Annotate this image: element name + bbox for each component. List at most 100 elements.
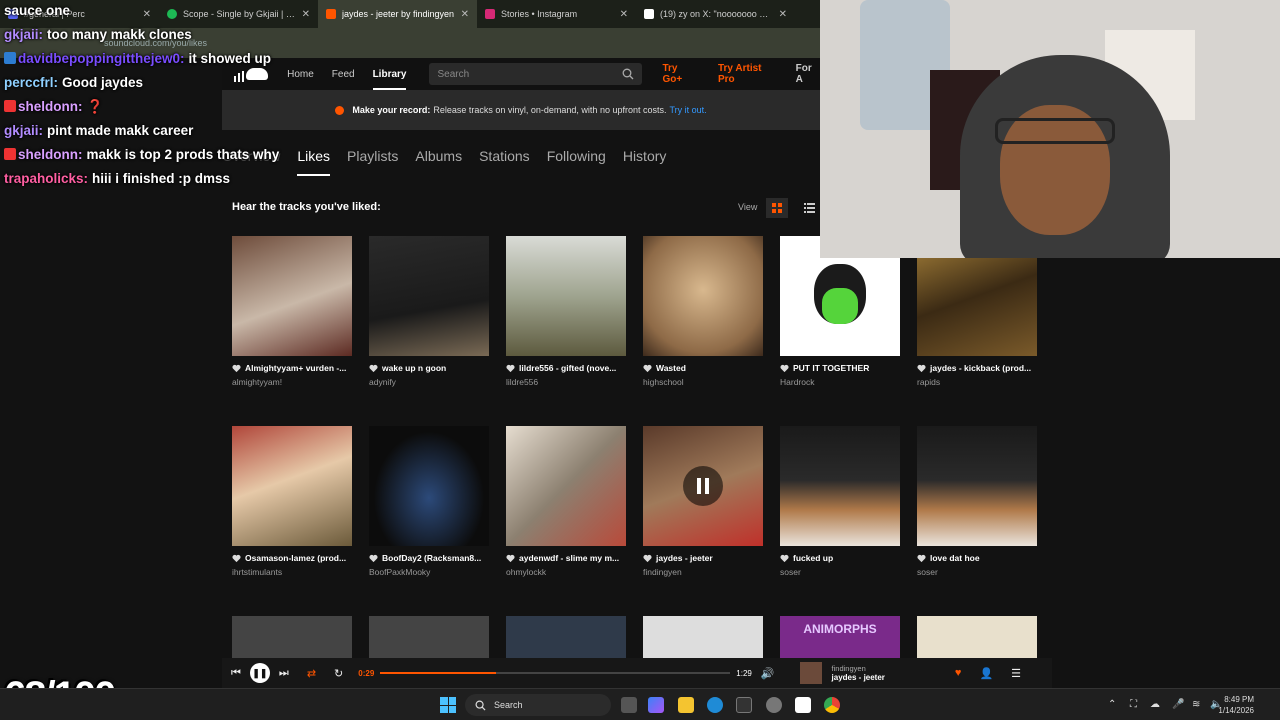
track-artwork[interactable] (232, 236, 352, 356)
track-artist[interactable]: highschool (643, 377, 763, 387)
try-artist-pro-link[interactable]: Try Artist Pro (718, 63, 778, 85)
track-title[interactable]: wake up n goon (382, 363, 446, 373)
track-artwork[interactable] (369, 616, 489, 658)
heart-icon[interactable] (506, 364, 515, 373)
track-title[interactable]: aydenwdf - slime my m... (519, 553, 619, 563)
follow-user-icon[interactable]: 👤 (979, 667, 993, 680)
track-tile[interactable]: love dat hoe soser (917, 426, 1037, 577)
close-icon[interactable]: ✕ (461, 9, 469, 20)
store-icon[interactable] (736, 697, 752, 713)
volume-icon[interactable]: 🔊 (761, 667, 775, 680)
track-tile[interactable]: lildre556 - gifted (nove... lildre556 (506, 236, 626, 387)
heart-icon[interactable] (917, 364, 926, 373)
track-title[interactable]: Osamason-lamez (prod... (245, 553, 346, 563)
track-artist[interactable]: findingyen (643, 567, 763, 577)
track-artist[interactable]: ohmylockk (506, 567, 626, 577)
wifi-icon[interactable]: ≋ (1192, 699, 1200, 710)
heart-icon[interactable] (506, 554, 515, 563)
windows-start-icon[interactable] (440, 697, 456, 713)
track-artwork[interactable] (643, 426, 763, 546)
list-view-button[interactable] (798, 198, 820, 218)
browser-tab[interactable]: Scope - Single by Gkjaii | Spoti ✕ (159, 0, 318, 28)
obs-icon[interactable] (766, 697, 782, 713)
copilot-icon[interactable] (648, 697, 664, 713)
track-title[interactable]: Wasted (656, 363, 686, 373)
heart-icon[interactable] (643, 554, 652, 563)
pause-overlay-button[interactable] (683, 466, 723, 506)
app-icon[interactable] (795, 697, 811, 713)
track-artist[interactable]: lildre556 (506, 377, 626, 387)
tray-chevron-icon[interactable]: ⌃ (1108, 699, 1116, 710)
nav-feed[interactable]: Feed (332, 69, 355, 80)
heart-icon[interactable] (780, 554, 789, 563)
track-tile[interactable]: Wasted highschool (643, 236, 763, 387)
taskbar-search[interactable]: Search (465, 694, 611, 716)
pause-button[interactable]: ❚❚ (249, 663, 270, 683)
like-heart-icon[interactable]: ♥ (955, 667, 962, 679)
track-artwork[interactable] (780, 426, 900, 546)
track-title[interactable]: fucked up (793, 553, 833, 563)
track-artist[interactable]: soser (780, 567, 900, 577)
heart-icon[interactable] (232, 554, 241, 563)
track-title[interactable]: jaydes - kickback (prod... (930, 363, 1031, 373)
track-artwork[interactable] (643, 236, 763, 356)
progress-bar[interactable] (380, 672, 731, 674)
close-icon[interactable]: ✕ (779, 9, 787, 20)
track-artwork[interactable] (369, 236, 489, 356)
track-artist[interactable]: BoofPaxkMooky (369, 567, 489, 577)
track-tile[interactable]: jaydes - jeeter findingyen (643, 426, 763, 577)
tab-following[interactable]: Following (547, 148, 606, 176)
track-artwork[interactable] (917, 616, 1037, 658)
track-artwork[interactable] (232, 426, 352, 546)
task-view-icon[interactable] (621, 697, 637, 713)
heart-icon[interactable] (369, 364, 378, 373)
track-artwork[interactable] (506, 616, 626, 658)
heart-icon[interactable] (780, 364, 789, 373)
soundcloud-logo-icon[interactable] (234, 66, 269, 82)
search-input[interactable]: Search (429, 63, 643, 85)
repeat-icon[interactable]: ↻ (334, 667, 343, 680)
track-artist[interactable]: rapids (917, 377, 1037, 387)
track-title[interactable]: Almightyyam+ vurden -... (245, 363, 346, 373)
now-playing-title[interactable]: jaydes - jeeter (832, 673, 885, 682)
track-tile[interactable]: wake up n goon adynify (369, 236, 489, 387)
now-playing-artwork[interactable] (799, 662, 822, 684)
track-artwork[interactable] (643, 616, 763, 658)
chrome-icon[interactable] (824, 697, 840, 713)
track-artist[interactable]: Hardrock (780, 377, 900, 387)
for-artists-link[interactable]: For A (796, 63, 820, 85)
track-artist[interactable]: soser (917, 567, 1037, 577)
next-icon[interactable]: ⏭ (279, 667, 289, 680)
try-go-plus-link[interactable]: Try Go+ (662, 63, 698, 85)
track-tile[interactable]: fucked up soser (780, 426, 900, 577)
nav-home[interactable]: Home (287, 69, 314, 80)
microphone-icon[interactable]: 🎤 (1172, 699, 1184, 710)
queue-icon[interactable]: ☰ (1011, 667, 1021, 680)
nav-library[interactable]: Library (372, 59, 407, 90)
grid-view-button[interactable] (766, 198, 788, 218)
previous-icon[interactable]: ⏮ (231, 667, 241, 680)
track-artwork[interactable]: ANIMORPHS (780, 616, 900, 658)
track-title[interactable]: BoofDay2 (Racksman8... (382, 553, 481, 563)
track-tile[interactable]: PUT IT TOGETHER Hardrock (780, 236, 900, 387)
browser-tab-active[interactable]: jaydes - jeeter by findingyen ✕ (318, 0, 477, 28)
try-it-out-link[interactable]: Try it out. (669, 105, 706, 115)
now-playing-uploader[interactable]: findingyen (832, 664, 885, 673)
tray-app-icon[interactable]: ⛶ (1130, 699, 1137, 710)
tab-history[interactable]: History (623, 148, 667, 176)
tab-stations[interactable]: Stations (479, 148, 530, 176)
heart-icon[interactable] (369, 554, 378, 563)
track-artwork[interactable] (506, 426, 626, 546)
browser-tab[interactable]: (19) zy on X: "nooooooo gloinpo✕ (636, 0, 795, 28)
tab-likes[interactable]: Likes (297, 148, 331, 176)
heart-icon[interactable] (643, 364, 652, 373)
track-artwork[interactable] (369, 426, 489, 546)
heart-icon[interactable] (232, 364, 241, 373)
close-icon[interactable]: ✕ (143, 9, 151, 20)
track-title[interactable]: love dat hoe (930, 553, 980, 563)
file-explorer-icon[interactable] (678, 697, 694, 713)
close-icon[interactable]: ✕ (620, 9, 628, 20)
onedrive-icon[interactable]: ☁ (1150, 699, 1160, 710)
track-tile[interactable]: aydenwdf - slime my m... ohmylockk (506, 426, 626, 577)
track-artist[interactable]: adynify (369, 377, 489, 387)
